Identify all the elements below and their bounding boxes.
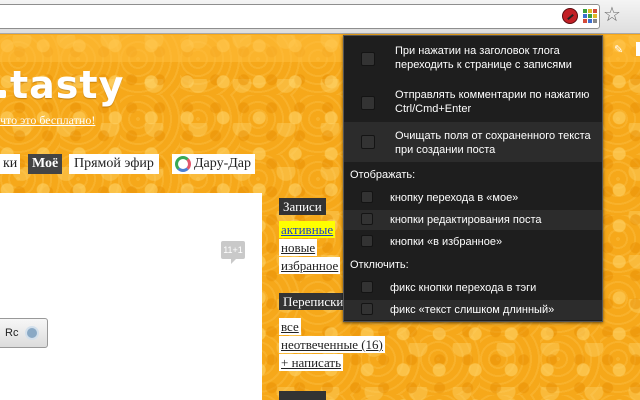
sidebar-link-active[interactable]: активные xyxy=(279,221,336,238)
checkbox[interactable] xyxy=(361,235,373,247)
sidebar-link-all[interactable]: все xyxy=(279,318,301,335)
browser-toolbar: ☆ xyxy=(0,0,640,34)
section-show-title: Отображать: xyxy=(350,169,416,181)
option-fix-long-text[interactable]: фикс «текст слишком длинный» xyxy=(344,300,602,320)
sidebar-link-new[interactable]: новые xyxy=(279,239,318,256)
apps-grid-icon[interactable] xyxy=(583,9,597,23)
extension-settings-popup: При нажатии на заголовок тлога переходит… xyxy=(343,35,603,322)
section-disable-title: Отключить: xyxy=(350,259,409,271)
nav-tab-partial[interactable]: ки xyxy=(0,154,21,174)
sidebar-link-unanswered[interactable]: неотвеченные (16) xyxy=(279,336,385,353)
dara-dar-icon xyxy=(175,156,191,172)
option-label: кнопку перехода в «мое» xyxy=(390,192,519,204)
option-title-click[interactable]: При нажатии на заголовок тлога переходит… xyxy=(344,44,602,72)
logo-dot xyxy=(0,90,6,98)
grid-cell xyxy=(588,14,592,18)
button-icon xyxy=(25,326,39,340)
option-label: Отправлять комментарии по нажатию Ctrl/C… xyxy=(395,89,590,115)
sidebar-link-favorites[interactable]: избранное xyxy=(279,257,341,274)
grid-cell xyxy=(588,9,592,13)
address-bar[interactable] xyxy=(0,4,600,29)
option-show-mine[interactable]: кнопку перехода в «мое» xyxy=(344,188,602,208)
sidebar-records: Записи активные новые избранное xyxy=(279,198,341,274)
option-show-favorite[interactable]: кнопки «в избранное» xyxy=(344,232,602,252)
partial-button[interactable]: Rc xyxy=(0,318,48,348)
pin-icon[interactable]: ✎ xyxy=(614,43,623,56)
nav-tab-dara[interactable]: Дару-Дар xyxy=(172,154,256,174)
option-label: кнопки редактирования поста xyxy=(390,214,542,226)
checkbox[interactable] xyxy=(361,96,375,110)
grid-cell xyxy=(593,19,597,23)
bookmark-star-icon[interactable]: ☆ xyxy=(603,5,621,25)
sidebar-records-title: Записи xyxy=(279,198,326,215)
checkbox[interactable] xyxy=(361,191,373,203)
option-ctrl-enter[interactable]: Отправлять комментарии по нажатию Ctrl/C… xyxy=(344,88,602,116)
sidebar-link-write[interactable]: + написать xyxy=(279,354,344,371)
sidebar-more-title xyxy=(279,391,326,400)
grid-cell xyxy=(583,14,587,18)
comments-count-badge[interactable]: 11+1 xyxy=(221,241,245,264)
option-label: фикс «текст слишком длинный» xyxy=(390,304,555,316)
option-clear-fields[interactable]: Очищать поля от сохраненного текста при … xyxy=(344,122,602,162)
tagline-link[interactable]: что это бесплатно! xyxy=(0,113,95,128)
checkbox[interactable] xyxy=(361,135,375,149)
option-label: Очищать поля от сохраненного текста при … xyxy=(395,130,591,156)
post-area xyxy=(0,193,262,400)
option-label: кнопки «в избранное» xyxy=(390,236,503,248)
site-logo[interactable]: tasty xyxy=(10,63,124,107)
option-label: При нажатии на заголовок тлога переходит… xyxy=(395,45,572,71)
grid-cell xyxy=(593,9,597,13)
partial-button-label: Rc xyxy=(5,327,19,339)
sidebar-mail-title: Переписки xyxy=(279,293,348,310)
nav-tab-mine[interactable]: Моё xyxy=(28,154,63,174)
grid-cell xyxy=(583,9,587,13)
grid-cell xyxy=(593,14,597,18)
checkbox[interactable] xyxy=(361,281,373,293)
checkbox[interactable] xyxy=(361,213,373,225)
grid-cell xyxy=(583,19,587,23)
nav-tab-live[interactable]: Прямой эфир xyxy=(69,154,159,174)
checkbox[interactable] xyxy=(361,303,373,315)
nav-tab-dara-label: Дару-Дар xyxy=(194,156,252,171)
option-show-edit[interactable]: кнопки редактирования поста xyxy=(344,210,602,230)
extension-red-icon[interactable] xyxy=(562,8,578,24)
option-label: фикс кнопки перехода в тэги xyxy=(390,282,537,294)
grid-cell xyxy=(588,19,592,23)
option-fix-tags[interactable]: фикс кнопки перехода в тэги xyxy=(344,278,602,298)
sidebar-more xyxy=(279,391,326,400)
checkbox[interactable] xyxy=(361,52,375,66)
top-right-bar xyxy=(636,42,640,56)
